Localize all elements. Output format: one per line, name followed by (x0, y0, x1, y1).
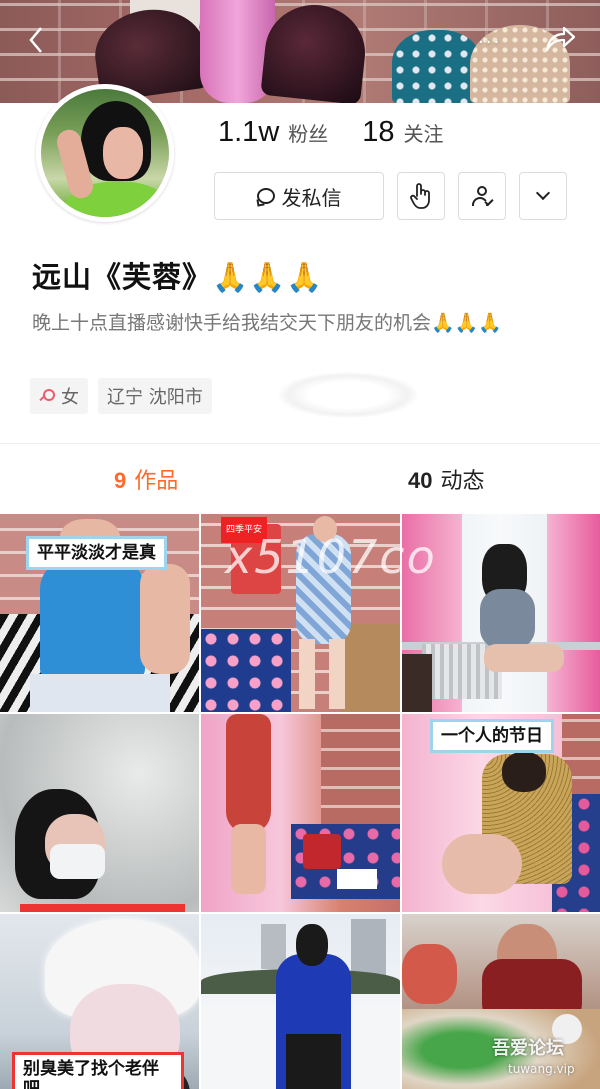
location-label: 辽宁 沈阳市 (107, 387, 203, 408)
share-arrow-icon (545, 26, 576, 52)
profile-bio: 晚上十点直播感谢快手给我结交天下朋友的机会🙏🙏🙏 (32, 312, 502, 334)
video-thumbnail[interactable] (201, 714, 400, 912)
female-icon (39, 389, 55, 403)
tab-works[interactable]: 9 作品 (114, 463, 178, 495)
following-count: 18 (362, 116, 395, 148)
profile-name: 远山《芙蓉》🙏🙏🙏 (32, 260, 324, 294)
video-caption: 别臭美了找个老伴吧 (12, 1052, 184, 1089)
tab-moments[interactable]: 40 动态 (408, 463, 485, 495)
followers-stat[interactable]: 1.1w 粉丝 (218, 116, 328, 149)
video-thumbnail[interactable]: 平平淡淡才是真 (0, 514, 199, 712)
video-caption: 平平淡淡才是真 (26, 536, 167, 570)
video-thumbnail[interactable]: 一个人的节日 (402, 714, 600, 912)
followers-label: 粉丝 (288, 122, 329, 146)
send-message-label: 发私信 (281, 185, 342, 210)
more-options-button[interactable]: ··· (478, 28, 501, 58)
hand-pointer-icon (410, 183, 430, 209)
tab-moments-label: 动态 (440, 469, 485, 494)
back-chevron-icon (29, 27, 42, 53)
forum-url-watermark: tuwang.vip (508, 1062, 575, 1076)
forum-watermark: 吾爱论坛 (492, 1038, 564, 1059)
divider (0, 443, 600, 444)
user-check-icon (471, 185, 494, 207)
video-grid: 平平淡淡才是真 四季平安 一个人的节日 别臭美了找个老伴吧 (0, 514, 600, 1089)
share-button[interactable] (544, 26, 576, 59)
chat-bubble-icon (256, 188, 275, 204)
tab-moments-count: 40 (408, 468, 433, 493)
location-tag: 辽宁 沈阳市 (98, 378, 212, 414)
follow-user-button[interactable] (458, 172, 506, 220)
tap-hand-button[interactable] (397, 172, 445, 220)
back-button[interactable] (28, 26, 44, 61)
overlay-watermark: x5107co (225, 530, 437, 584)
gender-tag: 女 (30, 378, 88, 414)
video-thumbnail[interactable] (0, 714, 199, 912)
chevron-down-icon (535, 185, 551, 201)
video-thumbnail[interactable] (201, 914, 400, 1089)
video-thumbnail[interactable]: 别臭美了找个老伴吧 (0, 914, 199, 1089)
profile-stats: 1.1w 粉丝 18 关注 (218, 116, 444, 149)
avatar-face (103, 127, 143, 179)
tab-works-label: 作品 (134, 469, 179, 494)
gender-label: 女 (61, 387, 79, 408)
followers-count: 1.1w (218, 116, 280, 148)
following-stat[interactable]: 18 关注 (362, 116, 443, 149)
following-label: 关注 (403, 122, 444, 146)
send-message-button[interactable]: 发私信 (214, 172, 384, 220)
tab-works-count: 9 (114, 468, 127, 493)
avatar[interactable] (36, 84, 174, 222)
expand-button[interactable] (519, 172, 567, 220)
blurred-area (278, 372, 418, 418)
video-caption: 一个人的节日 (430, 719, 554, 753)
cover-shoe (392, 30, 482, 103)
